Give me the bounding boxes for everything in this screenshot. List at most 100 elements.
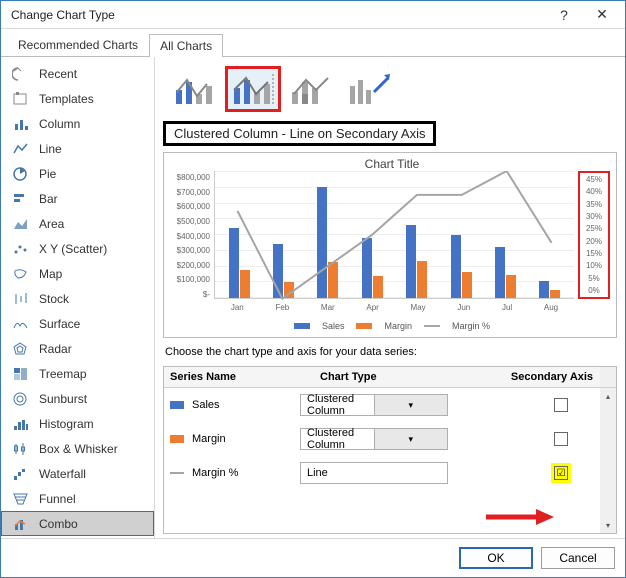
secondary-axis-checkbox[interactable]: ☑	[554, 466, 568, 480]
combo-subtype-2-selected[interactable]	[225, 66, 281, 112]
chart-type-icon	[11, 165, 31, 183]
sidebar-item-label: Histogram	[39, 417, 94, 431]
chevron-down-icon: ▾	[374, 429, 448, 449]
highlight-arrow-icon	[486, 507, 556, 527]
sidebar-item-label: Radar	[39, 342, 72, 356]
sidebar-item-surface[interactable]: Surface	[1, 311, 154, 336]
series-scrollbar[interactable]: ▴ ▾	[600, 388, 616, 533]
series-color-swatch	[170, 472, 184, 474]
sidebar-item-label: Waterfall	[39, 467, 86, 481]
sidebar-item-stock[interactable]: Stock	[1, 286, 154, 311]
chart-type-icon	[11, 365, 31, 383]
tab-recommended[interactable]: Recommended Charts	[7, 33, 149, 56]
sidebar-item-label: Box & Whisker	[39, 442, 118, 456]
sidebar-item-label: Surface	[39, 317, 80, 331]
chevron-down-icon: ▾	[374, 395, 448, 415]
chart-preview: Chart Title $800,000$700,000$600,000$500…	[163, 152, 617, 338]
sidebar-item-label: Area	[39, 217, 64, 231]
chart-type-dropdown[interactable]: Clustered Column▾	[300, 428, 448, 450]
sidebar-item-recent[interactable]: Recent	[1, 61, 154, 86]
combo-subtype-3[interactable]	[283, 66, 339, 112]
sidebar-item-box-whisker[interactable]: Box & Whisker	[1, 436, 154, 461]
chart-type-icon	[11, 115, 31, 133]
sidebar-item-column[interactable]: Column	[1, 111, 154, 136]
help-button[interactable]: ?	[545, 3, 583, 27]
change-chart-type-dialog: Change Chart Type ? ✕ Recommended Charts…	[0, 0, 626, 578]
chart-type-icon	[11, 315, 31, 333]
chart-type-icon	[11, 215, 31, 233]
series-name-label: Sales	[192, 399, 292, 411]
cancel-button[interactable]: Cancel	[541, 547, 615, 569]
chart-type-icon	[11, 465, 31, 483]
combo-subtype-1[interactable]	[167, 66, 223, 112]
sidebar-item-label: Combo	[39, 517, 78, 531]
chart-type-icon	[11, 340, 31, 358]
sidebar-item-label: Bar	[39, 192, 58, 206]
chart-type-icon	[11, 190, 31, 208]
sidebar-item-label: Funnel	[39, 492, 76, 506]
close-button[interactable]: ✕	[583, 3, 621, 27]
series-row: Margin % Line ☑	[164, 456, 600, 490]
sidebar-item-line[interactable]: Line	[1, 136, 154, 161]
secondary-axis-checkbox[interactable]	[554, 432, 568, 446]
chart-preview-title: Chart Title	[172, 157, 612, 171]
chart-type-icon	[11, 265, 31, 283]
chart-type-icon	[11, 440, 31, 458]
sidebar-item-radar[interactable]: Radar	[1, 336, 154, 361]
sidebar-item-label: Sunburst	[39, 392, 87, 406]
sidebar-item-pie[interactable]: Pie	[1, 161, 154, 186]
sidebar-item-label: Line	[39, 142, 62, 156]
sidebar-item-combo[interactable]: Combo	[1, 511, 154, 536]
sidebar-item-label: Treemap	[39, 367, 87, 381]
dialog-title: Change Chart Type	[11, 8, 545, 22]
y-axis-secondary-highlighted: 45%40%35%30%25%20%15%10%5%0%	[578, 171, 610, 299]
x-axis-categories: JanFebMarAprMayJunJulAug	[215, 303, 574, 312]
sidebar-item-treemap[interactable]: Treemap	[1, 361, 154, 386]
tab-bar: Recommended Charts All Charts	[1, 29, 625, 57]
combo-subtype-custom[interactable]	[341, 66, 397, 112]
sidebar-item-templates[interactable]: Templates	[1, 86, 154, 111]
series-color-swatch	[170, 435, 184, 443]
titlebar: Change Chart Type ? ✕	[1, 1, 625, 29]
tab-all-charts[interactable]: All Charts	[149, 34, 223, 57]
sidebar-item-label: Recent	[39, 67, 77, 81]
ok-button[interactable]: OK	[459, 547, 533, 569]
chart-type-icon	[11, 90, 31, 108]
sidebar-item-sunburst[interactable]: Sunburst	[1, 386, 154, 411]
chart-type-icon	[11, 290, 31, 308]
sidebar-item-label: Map	[39, 267, 62, 281]
sidebar-item-label: Templates	[39, 92, 94, 106]
chart-type-icon	[11, 390, 31, 408]
chart-type-icon	[11, 240, 31, 258]
series-config-table: Series Name Chart Type Secondary Axis Sa…	[163, 366, 617, 534]
sidebar-item-waterfall[interactable]: Waterfall	[1, 461, 154, 486]
secondary-axis-checkbox[interactable]	[554, 398, 568, 412]
series-name-label: Margin	[192, 433, 292, 445]
series-row: Margin Clustered Column▾	[164, 422, 600, 456]
chart-type-icon	[11, 490, 31, 508]
chart-type-icon	[11, 65, 31, 83]
series-row: Sales Clustered Column▾	[164, 388, 600, 422]
scroll-up-icon[interactable]: ▴	[600, 388, 616, 404]
combo-subtype-row	[163, 63, 617, 115]
series-name-label: Margin %	[192, 467, 292, 479]
sidebar-item-x-y-scatter-[interactable]: X Y (Scatter)	[1, 236, 154, 261]
series-color-swatch	[170, 401, 184, 409]
chart-type-dropdown[interactable]: Line	[300, 462, 448, 484]
sidebar-item-area[interactable]: Area	[1, 211, 154, 236]
subtype-title: Clustered Column - Line on Secondary Axi…	[163, 121, 436, 146]
chart-type-icon	[11, 140, 31, 158]
sidebar-item-funnel[interactable]: Funnel	[1, 486, 154, 511]
plot-area: JanFebMarAprMayJunJulAug	[214, 171, 574, 299]
chart-type-dropdown[interactable]: Clustered Column▾	[300, 394, 448, 416]
sidebar-item-histogram[interactable]: Histogram	[1, 411, 154, 436]
sidebar-item-map[interactable]: Map	[1, 261, 154, 286]
y-axis-primary: $800,000$700,000$600,000$500,000$400,000…	[172, 171, 212, 317]
sidebar-item-bar[interactable]: Bar	[1, 186, 154, 211]
scroll-down-icon[interactable]: ▾	[600, 517, 616, 533]
sidebar-item-label: Stock	[39, 292, 69, 306]
chart-type-icon	[11, 415, 31, 433]
chart-category-sidebar: Recent Templates Column Line Pie Bar Area X Y (…	[1, 57, 155, 538]
sidebar-item-label: Column	[39, 117, 80, 131]
sidebar-item-label: X Y (Scatter)	[39, 242, 107, 256]
